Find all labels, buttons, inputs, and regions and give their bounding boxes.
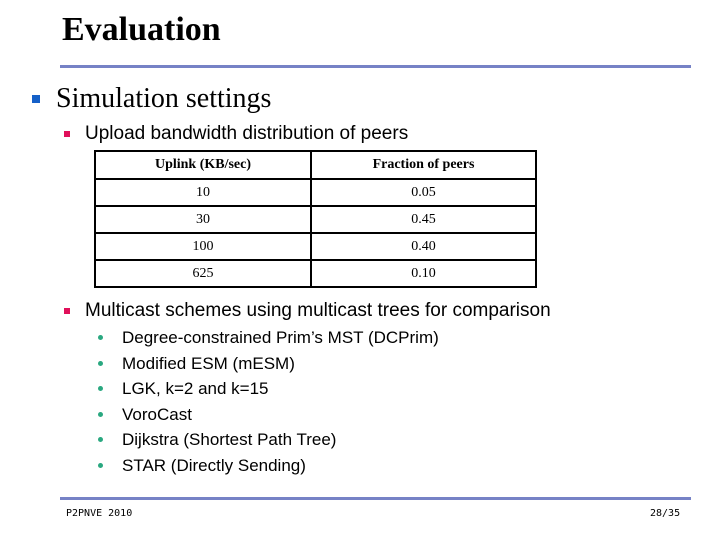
cell-uplink: 625 [94, 259, 312, 288]
bullet-text: Simulation settings [56, 83, 272, 114]
cell-uplink: 10 [94, 178, 312, 207]
table-row: 100 0.40 [94, 232, 537, 261]
cell-uplink: 30 [94, 205, 312, 234]
list-item: LGK, k=2 and k=15 [98, 376, 439, 402]
dot-bullet-icon [98, 462, 103, 468]
table-row: 10 0.05 [94, 178, 537, 207]
list-item-text: LGK, k=2 and k=15 [122, 379, 269, 398]
slide-title: Evaluation [62, 11, 221, 48]
square-bullet-icon [64, 308, 70, 314]
cell-fraction: 0.05 [310, 178, 537, 207]
list-item-text: STAR (Directly Sending) [122, 455, 306, 475]
list-item: VoroCast [98, 402, 439, 428]
dot-bullet-icon [98, 360, 103, 366]
header-fraction: Fraction of peers [310, 150, 537, 180]
list-item: Degree-constrained Prim’s MST (DCPrim) [98, 325, 439, 351]
footer-divider [60, 497, 691, 500]
footer-page-number: 28/35 [650, 508, 681, 519]
bullet-text: Multicast schemes using multicast trees … [85, 300, 551, 321]
title-divider [60, 65, 691, 68]
table-row: 625 0.10 [94, 259, 537, 288]
header-uplink: Uplink (KB/sec) [94, 150, 312, 180]
bandwidth-table: Uplink (KB/sec) Fraction of peers 10 0.0… [94, 150, 537, 288]
bullet-text: Upload bandwidth distribution of peers [85, 123, 409, 144]
square-bullet-icon [32, 95, 40, 103]
square-bullet-icon [64, 131, 70, 137]
cell-fraction: 0.10 [310, 259, 537, 288]
list-item-text: Degree-constrained Prim’s MST (DCPrim) [122, 328, 439, 347]
multicast-scheme-list: Degree-constrained Prim’s MST (DCPrim) M… [98, 325, 439, 478]
cell-uplink: 100 [94, 232, 312, 261]
list-item-text: Modified ESM (mESM) [122, 353, 295, 373]
bullet-simulation-settings: Simulation settings [32, 82, 271, 116]
list-item-text: Dijkstra (Shortest Path Tree) [122, 430, 337, 449]
table-header-row: Uplink (KB/sec) Fraction of peers [94, 150, 537, 180]
list-item: Modified ESM (mESM) [98, 351, 439, 377]
list-item-text: VoroCast [122, 404, 192, 424]
bullet-bandwidth-distribution: Upload bandwidth distribution of peers [64, 122, 408, 146]
dot-bullet-icon [98, 411, 103, 417]
dot-bullet-icon [98, 386, 103, 392]
dot-bullet-icon [98, 335, 103, 341]
footer-conference: P2PNVE 2010 [66, 508, 133, 519]
bullet-multicast-schemes: Multicast schemes using multicast trees … [64, 299, 551, 323]
dot-bullet-icon [98, 437, 103, 443]
list-item: Dijkstra (Shortest Path Tree) [98, 427, 439, 453]
cell-fraction: 0.45 [310, 205, 537, 234]
table-row: 30 0.45 [94, 205, 537, 234]
cell-fraction: 0.40 [310, 232, 537, 261]
list-item: STAR (Directly Sending) [98, 453, 439, 479]
